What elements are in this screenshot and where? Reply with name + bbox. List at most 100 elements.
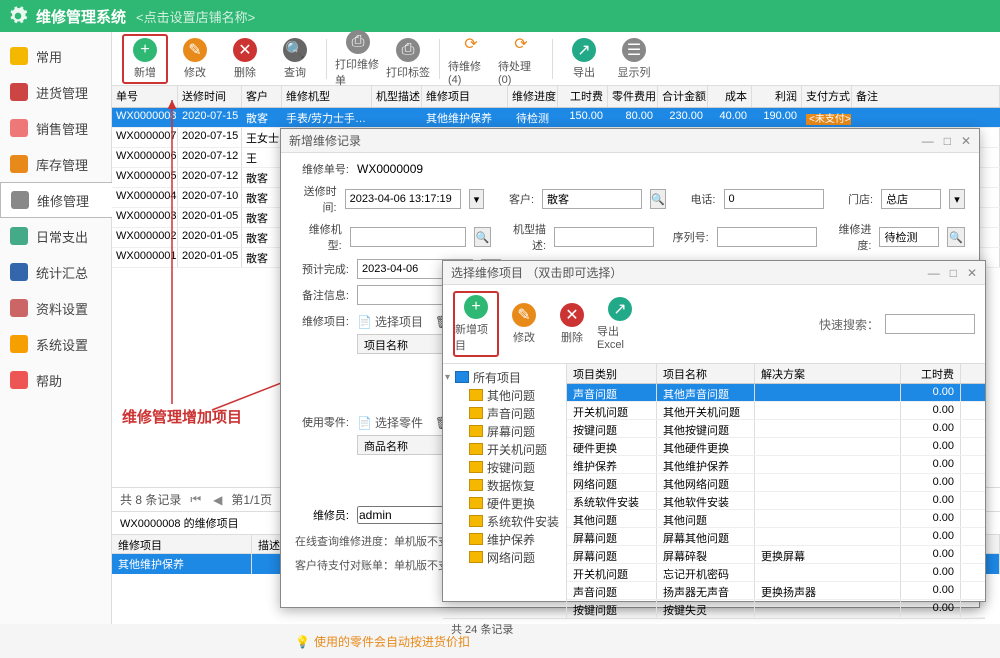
dialog2-toolbar: +新增项目✎修改✕删除↗导出Excel 快速搜索： bbox=[443, 285, 985, 364]
item-row[interactable]: 按键问题按键失灵0.00 bbox=[567, 600, 985, 618]
tb-待处理(0)[interactable]: ⟳待处理(0) bbox=[498, 30, 544, 88]
item-row[interactable]: 维护保养其他维护保养0.00 bbox=[567, 456, 985, 474]
dialog-titlebar[interactable]: 新增维修记录 —□✕ bbox=[281, 129, 979, 153]
annotation-text: 维修管理增加项目 bbox=[122, 406, 242, 427]
quick-search-input[interactable] bbox=[885, 314, 975, 334]
dialog2-titlebar[interactable]: 选择维修项目 （双击即可选择） —□✕ bbox=[443, 261, 985, 285]
d2-tb-导出Excel[interactable]: ↗导出Excel bbox=[597, 295, 643, 353]
item-row[interactable]: 系统软件安装其他软件安装0.00 bbox=[567, 492, 985, 510]
app-header: 维修管理系统 <点击设置店铺名称> bbox=[0, 0, 1000, 32]
store-input[interactable] bbox=[881, 189, 941, 209]
i-stock-icon bbox=[10, 155, 28, 173]
item-row[interactable]: 按键问题其他按键问题0.00 bbox=[567, 420, 985, 438]
item-grid-header: 项目类别 项目名称 解决方案 工时费 bbox=[567, 364, 985, 384]
min-icon[interactable]: — bbox=[922, 134, 934, 148]
tree-node[interactable]: 其他问题 bbox=[445, 386, 564, 404]
dropdown-icon[interactable]: ▾ bbox=[949, 189, 965, 209]
progress-input[interactable] bbox=[879, 227, 939, 247]
max-icon[interactable]: □ bbox=[944, 134, 951, 148]
item-row[interactable]: 开关机问题忘记开机密码0.00 bbox=[567, 564, 985, 582]
item-row[interactable]: 屏幕问题屏幕其他问题0.00 bbox=[567, 528, 985, 546]
item-row[interactable]: 网络问题其他网络问题0.00 bbox=[567, 474, 985, 492]
tree-node[interactable]: 屏幕问题 bbox=[445, 422, 564, 440]
tree-node[interactable]: 开关机问题 bbox=[445, 440, 564, 458]
tb-查询[interactable]: 🔍查询 bbox=[272, 36, 318, 82]
folder-icon bbox=[469, 479, 483, 491]
tb-修改[interactable]: ✎修改 bbox=[172, 36, 218, 82]
search-icon[interactable]: 🔍 bbox=[474, 227, 492, 247]
item-row[interactable]: 其他问题其他问题0.00 bbox=[567, 510, 985, 528]
tree-node[interactable]: 声音问题 bbox=[445, 404, 564, 422]
folder-icon bbox=[469, 497, 483, 509]
pager-prev[interactable]: ◀ bbox=[210, 493, 225, 507]
desc-input[interactable] bbox=[554, 227, 654, 247]
sidebar-item-维修管理[interactable]: 维修管理 bbox=[0, 182, 112, 218]
i-gear-icon bbox=[10, 335, 28, 353]
model-input[interactable] bbox=[350, 227, 466, 247]
folder-icon bbox=[469, 533, 483, 545]
max-icon[interactable]: □ bbox=[950, 266, 957, 280]
tree-node[interactable]: 维护保养 bbox=[445, 530, 564, 548]
item-row[interactable]: 声音问题扬声器无声音更换扬声器0.00 bbox=[567, 582, 985, 600]
tree-node[interactable]: 数据恢复 bbox=[445, 476, 564, 494]
repair-no: WX0000009 bbox=[357, 162, 423, 176]
select-part-link[interactable]: 📄 选择零件 bbox=[357, 414, 423, 431]
sidebar-item-资料设置[interactable]: 资料设置 bbox=[0, 290, 111, 326]
tree-node[interactable]: 系统软件安装 bbox=[445, 512, 564, 530]
min-icon[interactable]: — bbox=[928, 266, 940, 280]
sidebar-item-销售管理[interactable]: 销售管理 bbox=[0, 110, 111, 146]
i-bar-icon bbox=[10, 227, 28, 245]
tb-打印维修单[interactable]: ⎙打印维修单 bbox=[335, 28, 381, 90]
item-row[interactable]: 声音问题其他声音问题0.00 bbox=[567, 384, 985, 402]
folder-icon bbox=[469, 425, 483, 437]
folder-icon bbox=[469, 443, 483, 455]
tree-node[interactable]: 按键问题 bbox=[445, 458, 564, 476]
shop-name-hint[interactable]: <点击设置店铺名称> bbox=[136, 7, 255, 26]
sidebar-item-统计汇总[interactable]: 统计汇总 bbox=[0, 254, 111, 290]
i-chart-icon bbox=[10, 263, 28, 281]
item-row[interactable]: 屏幕问题屏幕碎裂更换屏幕0.00 bbox=[567, 546, 985, 564]
sidebar: 常用进货管理销售管理库存管理维修管理日常支出统计汇总资料设置系统设置帮助 bbox=[0, 32, 112, 624]
pager-first[interactable]: ⏮ bbox=[187, 492, 204, 507]
sidebar-item-系统设置[interactable]: 系统设置 bbox=[0, 326, 111, 362]
dialog-select-item: 选择维修项目 （双击即可选择） —□✕ +新增项目✎修改✕删除↗导出Excel … bbox=[442, 260, 986, 602]
sn-input[interactable] bbox=[717, 227, 817, 247]
search-icon[interactable]: 🔍 bbox=[650, 189, 666, 209]
table-row[interactable]: WX00000082020-07-15散客手表/劳力士手…其他维护保养待检测15… bbox=[112, 108, 1000, 128]
sidebar-item-帮助[interactable]: 帮助 bbox=[0, 362, 111, 398]
calendar-icon[interactable]: ▾ bbox=[469, 189, 485, 209]
customer-input[interactable] bbox=[542, 189, 642, 209]
tree-node[interactable]: ▾所有项目 bbox=[445, 368, 564, 386]
select-item-link[interactable]: 📄 选择项目 bbox=[357, 313, 423, 330]
sidebar-item-日常支出[interactable]: 日常支出 bbox=[0, 218, 111, 254]
tb-待维修(4)[interactable]: ⟳待维修(4) bbox=[448, 30, 494, 88]
ic-edit-icon: ✎ bbox=[183, 38, 207, 62]
tree-node[interactable]: 网络问题 bbox=[445, 548, 564, 566]
d2-tb-修改[interactable]: ✎修改 bbox=[501, 301, 547, 347]
tb-导出[interactable]: ↗导出 bbox=[561, 36, 607, 82]
folder-icon bbox=[469, 515, 483, 527]
i-cart-icon bbox=[10, 119, 28, 137]
item-row[interactable]: 硬件更换其他硬件更换0.00 bbox=[567, 438, 985, 456]
tb-打印标签[interactable]: ⎙打印标签 bbox=[385, 36, 431, 82]
phone-input[interactable] bbox=[724, 189, 824, 209]
close-icon[interactable]: ✕ bbox=[961, 134, 971, 148]
folder-icon bbox=[469, 551, 483, 563]
repair-date-input[interactable] bbox=[345, 189, 461, 209]
tree-node[interactable]: 硬件更换 bbox=[445, 494, 564, 512]
category-tree: ▾所有项目其他问题声音问题屏幕问题开关机问题按键问题数据恢复硬件更换系统软件安装… bbox=[443, 364, 567, 618]
tb-显示列[interactable]: ☰显示列 bbox=[611, 36, 657, 82]
item-row[interactable]: 开关机问题其他开关机问题0.00 bbox=[567, 402, 985, 420]
i-help-icon bbox=[10, 371, 28, 389]
sidebar-item-常用[interactable]: 常用 bbox=[0, 38, 111, 74]
sidebar-item-库存管理[interactable]: 库存管理 bbox=[0, 146, 111, 182]
tb-新增[interactable]: +新增 bbox=[122, 34, 168, 84]
tb-删除[interactable]: ✕删除 bbox=[222, 36, 268, 82]
d2-tb-新增项目[interactable]: +新增项目 bbox=[453, 291, 499, 357]
d2-tb-删除[interactable]: ✕删除 bbox=[549, 301, 595, 347]
close-icon[interactable]: ✕ bbox=[967, 266, 977, 280]
folder-icon bbox=[469, 407, 483, 419]
sidebar-item-进货管理[interactable]: 进货管理 bbox=[0, 74, 111, 110]
i-star-icon bbox=[10, 47, 28, 65]
search-icon[interactable]: 🔍 bbox=[947, 227, 965, 247]
